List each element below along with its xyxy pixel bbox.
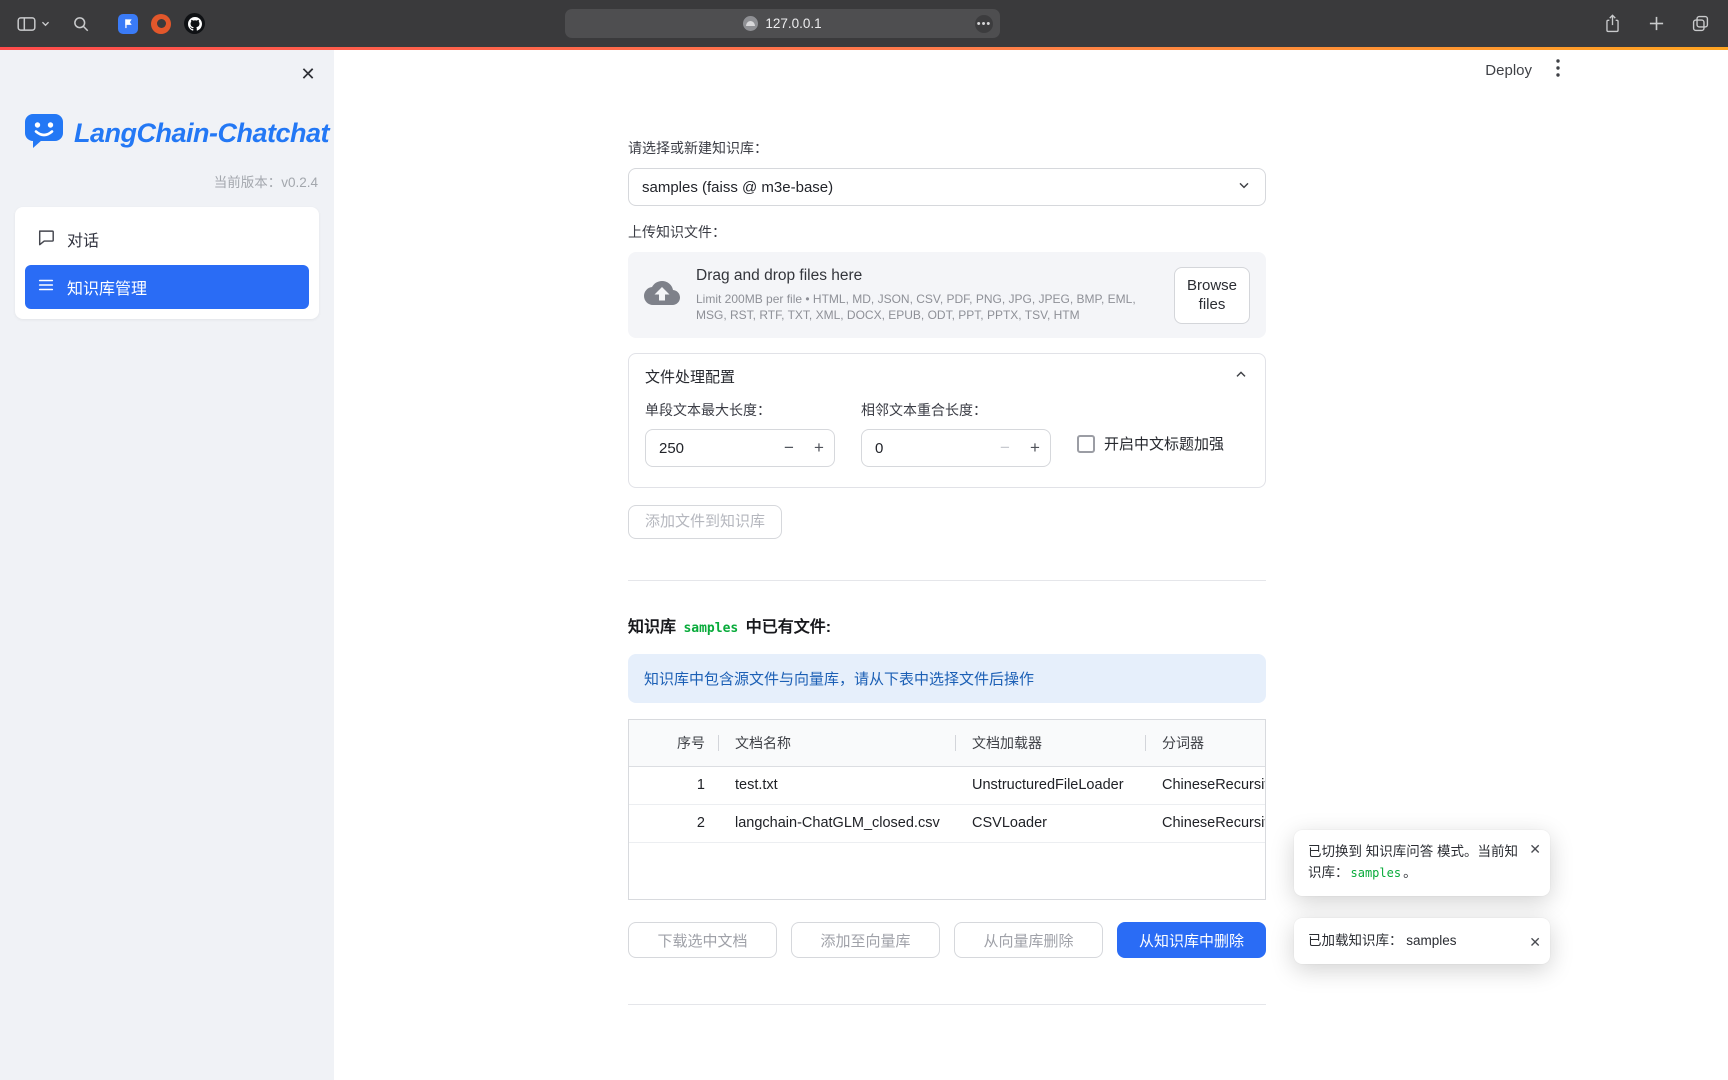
col-header-loader: 文档加载器 [956, 720, 1146, 766]
chevron-down-icon [1236, 177, 1252, 197]
page-settings-icon[interactable]: ••• [975, 15, 993, 33]
toast-code: samples [1349, 866, 1404, 880]
cell-index: 1 [629, 766, 719, 804]
max-length-value: 250 [646, 440, 774, 457]
divider [628, 1004, 1266, 1005]
cell-splitter: ChineseRecursiveT [1146, 804, 1266, 842]
logo-chat-icon [24, 112, 64, 155]
add-files-button[interactable]: 添加文件到知识库 [628, 505, 782, 539]
chevron-down-icon [41, 20, 50, 27]
sidebar-close-icon[interactable]: ✕ [294, 60, 322, 88]
files-table: 序号 文档名称 文档加载器 分词器 1 test.txt Unstructure… [628, 719, 1266, 900]
file-dropzone[interactable]: Drag and drop files here Limit 200MB per… [628, 252, 1266, 338]
heading-prefix: 知识库 [628, 619, 680, 636]
overlap-label: 相邻文本重合长度： [861, 400, 1051, 420]
expander-header[interactable]: 文件处理配置 [629, 354, 1265, 398]
expander-title: 文件处理配置 [645, 366, 735, 387]
sidebar-item-knowledge-base[interactable]: 知识库管理 [25, 265, 309, 309]
sidebar-item-label: 知识库管理 [67, 275, 147, 299]
github-icon[interactable] [184, 13, 205, 34]
kb-select-label: 请选择或新建知识库： [628, 138, 1266, 158]
overlap-input[interactable]: 0 − + [861, 429, 1051, 467]
delete-from-kb-button[interactable]: 从知识库中删除 [1117, 922, 1266, 958]
new-tab-icon[interactable] [1648, 15, 1665, 32]
dropzone-title: Drag and drop files here [696, 267, 1158, 285]
max-length-field: 单段文本最大长度： 250 − + [645, 400, 835, 467]
heading-code: samples [680, 621, 741, 636]
sidebar-toggle-button[interactable] [16, 15, 50, 33]
decrement-button[interactable]: − [774, 438, 804, 458]
cloud-upload-icon [644, 278, 680, 313]
table-row[interactable]: 2 langchain-ChatGLM_closed.csv CSVLoader… [629, 804, 1266, 842]
existing-files-heading: 知识库 samples 中已有文件: [628, 613, 1266, 637]
cell-splitter: ChineseRecursiveT [1146, 766, 1266, 804]
sidebar-toggle-icon [16, 15, 37, 33]
extension-blue-icon[interactable] [118, 14, 138, 34]
increment-button[interactable]: + [804, 438, 834, 458]
browser-chrome: 127.0.0.1 ••• [0, 0, 1728, 47]
sidebar-item-dialogue[interactable]: 对话 [25, 217, 309, 261]
cell-docname: langchain-ChatGLM_closed.csv [719, 804, 956, 842]
table-row[interactable]: 1 test.txt UnstructuredFileLoader Chines… [629, 766, 1266, 804]
stack-list-icon [37, 276, 55, 299]
col-header-index: 序号 [629, 720, 719, 766]
deploy-button[interactable]: Deploy [1485, 62, 1532, 79]
kb-select[interactable]: samples (faiss @ m3e-base) [628, 168, 1266, 206]
browse-files-button[interactable]: Browse files [1174, 267, 1250, 324]
address-bar[interactable]: 127.0.0.1 ••• [565, 9, 1000, 38]
sidebar: ✕ LangChain-Chatchat 当前版本：v0.2.4 对话 [0, 50, 334, 1080]
close-icon[interactable]: ✕ [1529, 932, 1541, 954]
toast-text: 已加载知识库： samples [1308, 931, 1457, 952]
chat-bubble-icon [37, 228, 55, 251]
dropzone-limit-text: Limit 200MB per file • HTML, MD, JSON, C… [696, 291, 1158, 323]
file-config-expander: 文件处理配置 单段文本最大长度： 250 − + 相邻文 [628, 353, 1266, 488]
increment-button[interactable]: + [1020, 438, 1050, 458]
toast-mode-switched: 已切换到 知识库问答 模式。当前知识库：samples。 ✕ [1294, 830, 1550, 896]
extension-orange-icon[interactable] [151, 14, 171, 34]
tab-overview-icon[interactable] [1691, 14, 1710, 33]
share-icon[interactable] [1603, 13, 1622, 34]
toast-kb-loaded: 已加载知识库： samples ✕ [1294, 918, 1550, 964]
site-favicon [743, 16, 758, 31]
cell-docname: test.txt [719, 766, 956, 804]
info-box: 知识库中包含源文件与向量库，请从下表中选择文件后操作 [628, 654, 1266, 703]
close-icon[interactable]: ✕ [1529, 839, 1541, 861]
toast-text: 。 [1403, 865, 1417, 880]
search-icon[interactable] [72, 15, 90, 33]
max-length-input[interactable]: 250 − + [645, 429, 835, 467]
overlap-field: 相邻文本重合长度： 0 − + [861, 400, 1051, 467]
checkbox-box[interactable] [1077, 435, 1095, 453]
cell-loader: CSVLoader [956, 804, 1146, 842]
logo-text: LangChain-Chatchat [74, 118, 329, 149]
col-header-docname: 文档名称 [719, 720, 956, 766]
cell-loader: UnstructuredFileLoader [956, 766, 1146, 804]
heading-suffix: 中已有文件: [741, 619, 831, 636]
chevron-up-icon [1233, 366, 1249, 386]
action-buttons: 下载选中文档 添加至向量库 从向量库删除 从知识库中删除 [628, 922, 1266, 958]
divider [628, 580, 1266, 581]
kebab-menu-icon[interactable] [1556, 59, 1560, 82]
table-header-row: 序号 文档名称 文档加载器 分词器 [629, 720, 1266, 766]
max-length-label: 单段文本最大长度： [645, 400, 835, 420]
app-logo: LangChain-Chatchat [24, 112, 334, 155]
url-text: 127.0.0.1 [765, 16, 821, 31]
zh-title-enhance-checkbox[interactable]: 开启中文标题加强 [1077, 433, 1224, 454]
kb-select-value: samples (faiss @ m3e-base) [642, 179, 833, 196]
overlap-value: 0 [862, 440, 990, 457]
checkbox-label: 开启中文标题加强 [1104, 433, 1224, 454]
add-to-vectorstore-button[interactable]: 添加至向量库 [791, 922, 940, 958]
upload-label: 上传知识文件： [628, 222, 1266, 242]
col-header-splitter: 分词器 [1146, 720, 1266, 766]
decrement-button[interactable]: − [990, 438, 1020, 458]
sidebar-item-label: 对话 [67, 227, 99, 251]
delete-from-vectorstore-button[interactable]: 从向量库删除 [954, 922, 1103, 958]
cell-index: 2 [629, 804, 719, 842]
sidebar-nav: 对话 知识库管理 [15, 207, 319, 319]
version-text: 当前版本：v0.2.4 [0, 171, 318, 191]
download-selected-button[interactable]: 下载选中文档 [628, 922, 777, 958]
